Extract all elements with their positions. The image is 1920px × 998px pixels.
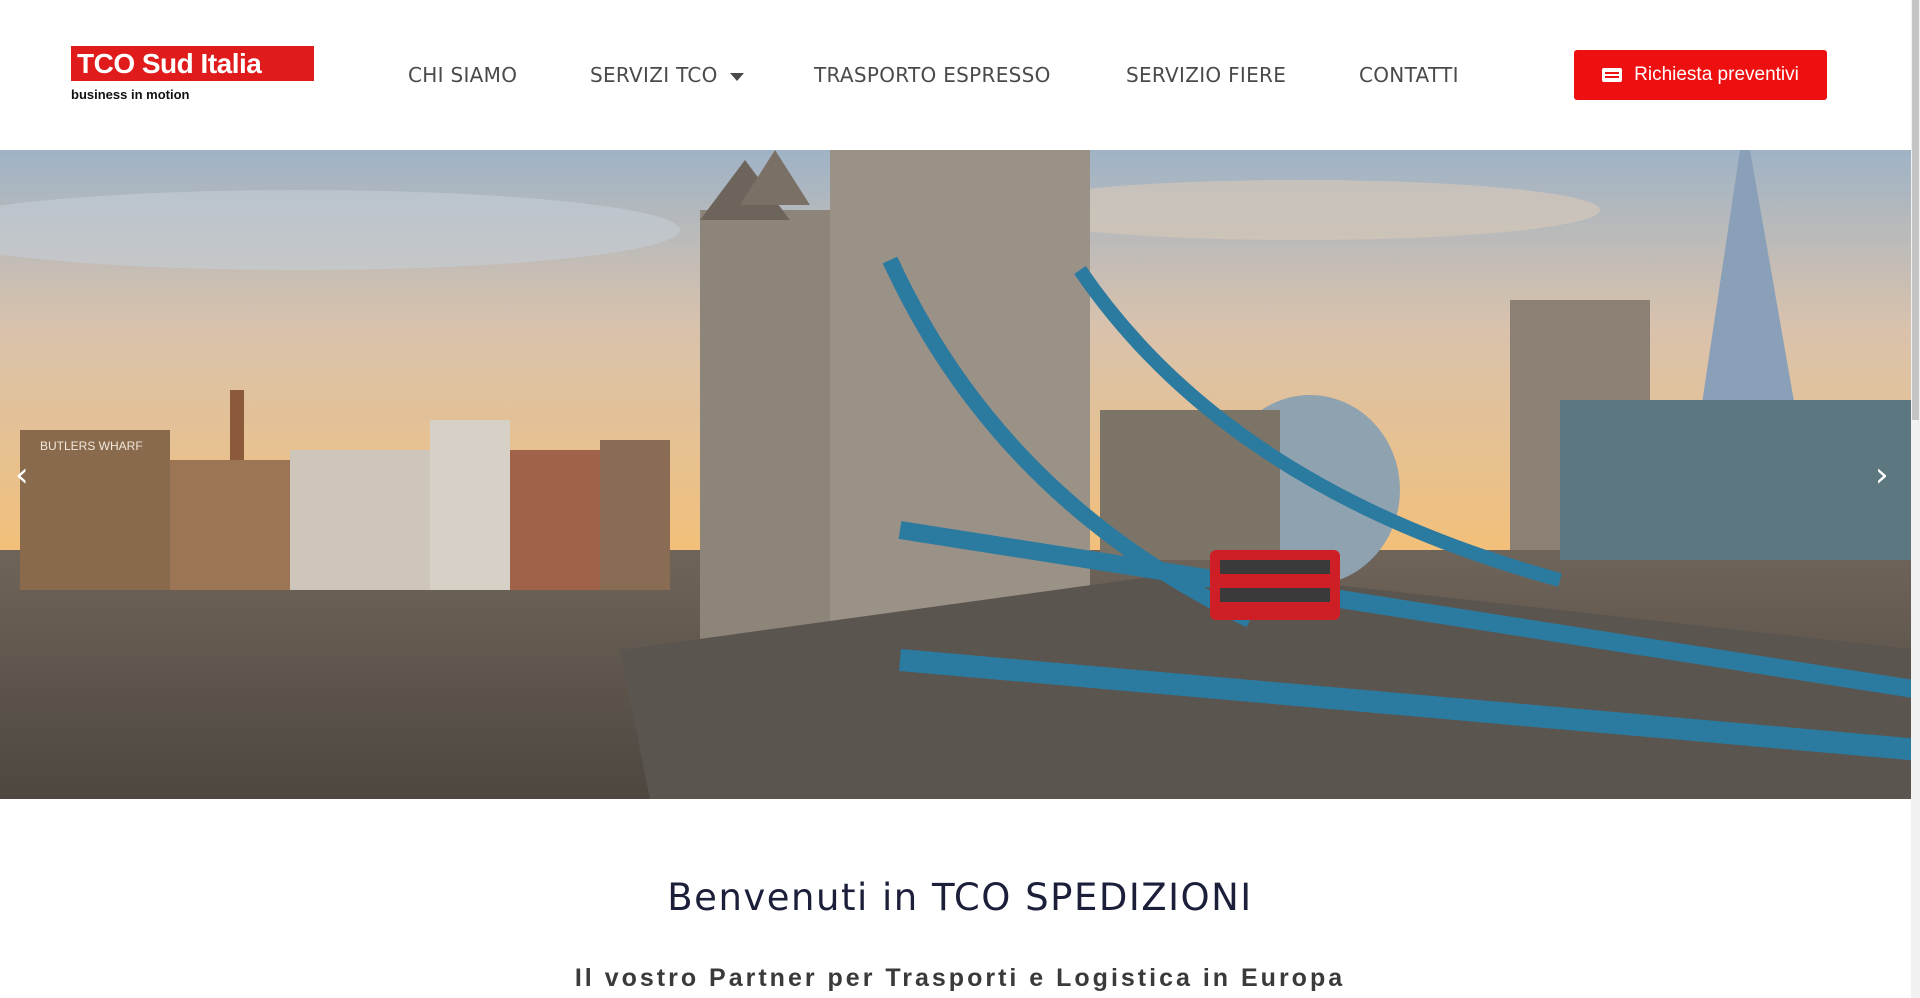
logo-wordmark: TCO Sud Italia (71, 46, 314, 81)
logo-tagline: business in motion (71, 87, 190, 102)
nav-item-servizio-fiere[interactable]: SERVIZIO FIERE (1126, 60, 1286, 90)
form-icon (1602, 68, 1623, 82)
scrollbar-thumb[interactable] (1912, 0, 1919, 420)
butlers-wharf-sign: BUTLERS WHARF (40, 439, 143, 453)
caret-down-icon (729, 72, 744, 81)
page-scrollbar[interactable] (1911, 0, 1920, 998)
site-logo[interactable]: TCO Sud Italia business in motion (71, 46, 314, 104)
nav-item-contatti[interactable]: CONTATTI (1359, 60, 1459, 90)
nav-item-label: SERVIZIO FIERE (1126, 63, 1287, 87)
nav-item-label: SERVIZI TCO (590, 63, 718, 87)
nav-item-servizi-tco[interactable]: SERVIZI TCO (590, 60, 744, 90)
request-quote-label: Richiesta preventivi (1634, 64, 1799, 85)
request-quote-button[interactable]: Richiesta preventivi (1574, 50, 1827, 100)
hero-slider[interactable]: BUTLERS WHARF ‹ › (0, 150, 1920, 799)
welcome-subtitle: Il vostro Partner per Trasporti e Logist… (574, 964, 1346, 992)
welcome-title: Benvenuti in TCO SPEDIZIONI (667, 876, 1253, 919)
chevron-right-icon[interactable]: › (1875, 458, 1905, 492)
nav-item-label: TRASPORTO ESPRESSO (814, 63, 1051, 87)
site-header: TCO Sud Italia business in motion CHI SI… (0, 0, 1920, 150)
chevron-left-icon[interactable]: ‹ (15, 458, 45, 492)
nav-item-label: CONTATTI (1359, 63, 1459, 87)
nav-item-label: CHI SIAMO (408, 63, 518, 87)
nav-item-trasporto-espresso[interactable]: TRASPORTO ESPRESSO (814, 60, 1051, 90)
hero-image: BUTLERS WHARF (0, 150, 1920, 799)
nav-item-chi-siamo[interactable]: CHI SIAMO (408, 60, 517, 90)
